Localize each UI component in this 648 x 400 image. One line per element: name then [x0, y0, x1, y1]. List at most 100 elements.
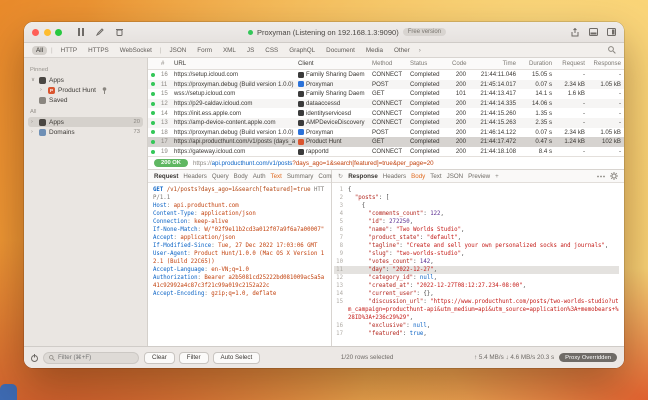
table-row[interactable]: 12https://p29-caldav.icloud.comdataacces… [148, 99, 624, 109]
column-header-code[interactable]: Code [449, 60, 469, 67]
sidebar-item-apps[interactable]: ∨Apps [28, 75, 143, 85]
layout-bottom-panel-icon[interactable] [588, 28, 598, 37]
filter-segment-json[interactable]: JSON [165, 46, 190, 55]
response-tab-body[interactable]: Body [411, 173, 425, 180]
json-line[interactable]: 1{ [334, 186, 619, 194]
quick-filter-field[interactable] [43, 352, 139, 364]
column-header-time[interactable]: Time [469, 60, 519, 67]
table-row[interactable]: 11https://proxyman.debug (Build version … [148, 80, 624, 90]
sidebar-item-saved[interactable]: Saved [28, 95, 143, 105]
filter-segment-https[interactable]: HTTPS [84, 46, 113, 55]
json-line[interactable]: 8 "tagline": "Create and sell your own p… [334, 242, 619, 250]
column-header-id[interactable]: # [158, 60, 171, 67]
filter-segment-xml[interactable]: XML [219, 46, 240, 55]
request-body-view[interactable]: GET /v1/posts?days_ago=1&search[featured… [148, 183, 331, 346]
table-row[interactable]: 19https://gateway.icloud.comrapportdCONN… [148, 147, 624, 157]
request-tab-query[interactable]: Query [212, 173, 229, 180]
json-line[interactable]: 2 "posts": [ [334, 194, 619, 202]
response-tab-preview[interactable]: Preview [468, 173, 490, 180]
column-header-method[interactable]: Method [369, 60, 407, 67]
column-header-status[interactable]: Status [407, 60, 449, 67]
column-header-duration[interactable]: Duration [519, 60, 555, 67]
layout-right-panel-icon[interactable] [606, 28, 616, 37]
trash-icon[interactable] [114, 28, 124, 37]
refresh-icon[interactable]: ↻ [338, 173, 343, 180]
proxy-overridden-badge[interactable]: Proxy Overridden [559, 353, 617, 362]
pause-recording-icon[interactable] [76, 28, 86, 37]
sidebar-item-apps[interactable]: ›Apps20 [28, 117, 143, 127]
response-tab-json[interactable]: JSON [447, 173, 464, 180]
column-header-response[interactable]: Response [588, 60, 624, 67]
filter-segment-media[interactable]: Media [362, 46, 387, 55]
row-request-size: 1.24 kB [555, 138, 588, 145]
json-line[interactable]: 17 "featured": true, [334, 330, 619, 338]
json-line[interactable]: 7 "product_state": "default", [334, 234, 619, 242]
search-icon[interactable] [608, 46, 616, 54]
minimize-button[interactable] [44, 29, 51, 36]
filter-segment-document[interactable]: Document [322, 46, 359, 55]
request-tab-body[interactable]: Body [234, 173, 248, 180]
more-options-icon[interactable] [597, 175, 605, 178]
json-line[interactable]: 4 "comments_count": 122, [334, 210, 619, 218]
column-header-request[interactable]: Request [555, 60, 588, 67]
filter-segment-css[interactable]: CSS [261, 46, 282, 55]
row-duration: 14.06 s [519, 100, 555, 107]
json-line[interactable]: 12 "category_id": null, [334, 274, 619, 282]
json-line[interactable]: 5 "id": 272250, [334, 218, 619, 226]
request-tab-summary[interactable]: Summary [287, 173, 313, 180]
gear-icon[interactable] [610, 172, 618, 180]
json-line[interactable]: 11 "day": "2022-12-27", [334, 266, 619, 274]
request-tab-headers[interactable]: Headers [183, 173, 206, 180]
json-line[interactable]: 13 "created_at": "2022-12-27T08:12:27.23… [334, 282, 619, 290]
column-header-url[interactable]: URL [171, 60, 295, 67]
json-line[interactable]: 6 "name": "Two Worlds Studio", [334, 226, 619, 234]
json-line[interactable]: 16 "exclusive": null, [334, 322, 619, 330]
license-badge[interactable]: Free version [403, 28, 446, 36]
filter-segment-form[interactable]: Form [193, 46, 216, 55]
json-line[interactable]: 9 "slug": "two-worlds-studio", [334, 250, 619, 258]
clear-button[interactable]: Clear [144, 352, 175, 364]
request-tab-auth[interactable]: Auth [253, 173, 266, 180]
table-row[interactable]: 16https://setup.icloud.comFamily Sharing… [148, 70, 624, 80]
filter-button[interactable]: Filter [179, 352, 209, 364]
sidebar-item-domains[interactable]: ›Domains73 [28, 127, 143, 137]
row-url: https://proxyman.debug (Build version 1.… [171, 129, 295, 136]
add-response-tab-button[interactable]: + [495, 173, 499, 180]
close-button[interactable] [32, 29, 39, 36]
json-line[interactable]: 14 "current_user": {}, [334, 290, 619, 298]
filter-segment-other[interactable]: Other [390, 46, 414, 55]
filter-segment-js[interactable]: JS [243, 46, 258, 55]
pencil-icon[interactable] [95, 28, 105, 37]
power-icon[interactable] [31, 354, 38, 362]
filter-segment-graphql[interactable]: GraphQL [285, 46, 319, 55]
table-row[interactable]: 17https://api.producthunt.com/v1/posts (… [148, 137, 624, 147]
zoom-button[interactable] [55, 29, 62, 36]
filter-overflow-chevron[interactable]: › [419, 47, 421, 54]
sidebar-item-label: Apps [49, 77, 64, 84]
filter-segment-all[interactable]: All [32, 46, 47, 55]
table-row[interactable]: 15wss://setup.icloud.comFamily Sharing D… [148, 89, 624, 99]
json-line-text: "day": "2022-12-27", [348, 266, 619, 274]
share-icon[interactable] [570, 28, 580, 37]
table-row[interactable]: 18https://proxyman.debug (Build version … [148, 128, 624, 138]
row-duration: 0.07 s [519, 81, 555, 88]
table-row[interactable]: 13https://amp-device-content.apple.comAM… [148, 118, 624, 128]
response-tab-headers[interactable]: Headers [383, 173, 406, 180]
request-tab-text[interactable]: Text [271, 173, 282, 180]
table-row[interactable]: 14https://init.ess.apple.comidentityserv… [148, 108, 624, 118]
column-header-client[interactable]: Client [295, 60, 369, 67]
response-body-view[interactable]: 1{2 "posts": [3 {4 "comments_count": 122… [332, 183, 624, 346]
filter-segment-http[interactable]: HTTP [57, 46, 81, 55]
response-tab-text[interactable]: Text [430, 173, 441, 180]
table-header[interactable]: #URLClientMethodStatusCodeTimeDurationRe… [148, 58, 624, 70]
line-number: 4 [334, 210, 348, 218]
json-line[interactable]: 15 "discussion_url": "https://www.produc… [334, 298, 619, 322]
flow-url[interactable]: https://api.producthunt.com/v1/posts?day… [193, 160, 434, 167]
filter-segment-websocket[interactable]: WebSocket [116, 46, 156, 55]
auto-select-button[interactable]: Auto Select [213, 352, 261, 364]
json-line[interactable]: 3 { [334, 202, 619, 210]
json-line[interactable]: 10 "votes_count": 142, [334, 258, 619, 266]
row-request-size: 2.34 kB [555, 81, 588, 88]
sidebar-item-product-hunt[interactable]: ›PProduct Hunt [37, 85, 143, 95]
filter-input[interactable] [58, 354, 128, 361]
